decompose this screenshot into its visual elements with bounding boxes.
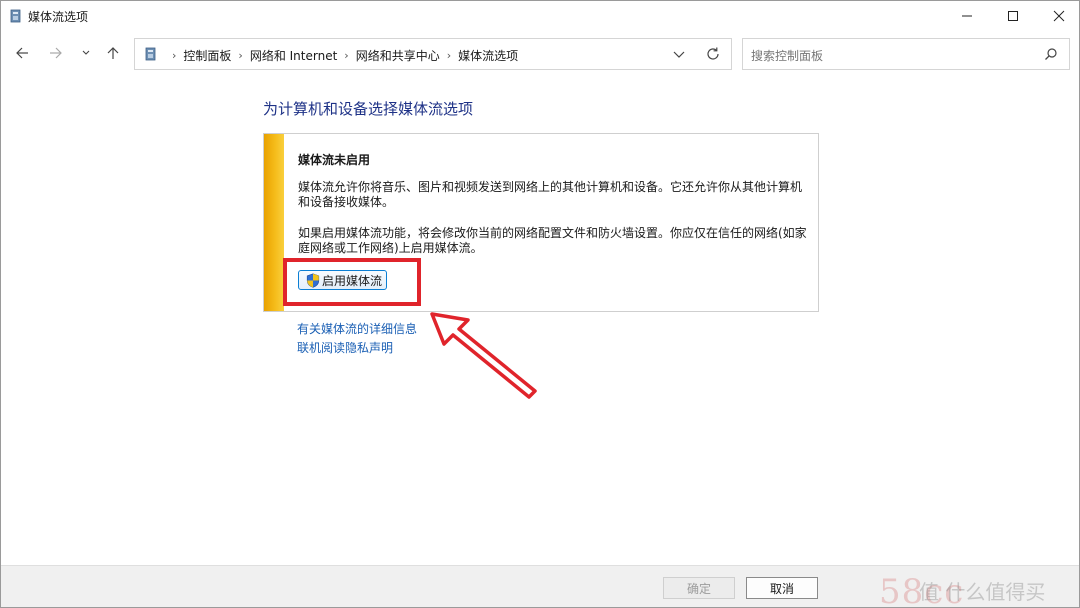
media-streaming-details-link[interactable]: 有关媒体流的详细信息	[297, 320, 417, 337]
breadcrumb-separator-icon[interactable]: ›	[238, 49, 242, 62]
search-icon[interactable]	[1044, 47, 1058, 61]
page-heading: 为计算机和设备选择媒体流选项	[263, 100, 474, 118]
arrow-left-icon	[16, 47, 28, 59]
control-panel-window: 媒体流选项 › 控制面板 › 网络和 Internet › 网络和共享中心 › …	[0, 0, 1080, 608]
dialog-footer: 确定 取消 58cc 值 什么值得买	[1, 565, 1079, 607]
search-box[interactable]: 搜索控制面板	[742, 38, 1070, 70]
back-button[interactable]	[11, 42, 33, 64]
window-title: 媒体流选项	[28, 10, 89, 24]
warning-text: 如果启用媒体流功能，将会修改你当前的网络配置文件和防火墙设置。你应仅在信任的网络…	[298, 226, 807, 255]
arrow-right-icon	[50, 47, 62, 59]
breadcrumb-separator-icon[interactable]: ›	[172, 49, 176, 62]
refresh-icon[interactable]	[705, 46, 721, 62]
control-panel-app-icon	[10, 9, 21, 23]
up-button[interactable]	[102, 42, 124, 64]
search-input[interactable]: 搜索控制面板	[751, 47, 823, 64]
forward-button[interactable]	[45, 42, 67, 64]
breadcrumb-media-streaming-options[interactable]: 媒体流选项	[458, 47, 518, 64]
close-icon	[1053, 10, 1065, 22]
breadcrumb-network-sharing-center[interactable]: 网络和共享中心	[356, 47, 440, 64]
title-bar: 媒体流选项	[1, 1, 1079, 31]
status-title: 媒体流未启用	[298, 153, 371, 167]
address-history-dropdown-icon[interactable]	[671, 46, 687, 62]
breadcrumb-network-internet[interactable]: 网络和 Internet	[250, 47, 337, 64]
highlight-annotation-box	[283, 258, 421, 306]
ok-button[interactable]: 确定	[663, 577, 735, 599]
maximize-icon	[1008, 11, 1018, 21]
chevron-down-icon	[82, 50, 90, 55]
status-color-stripe	[264, 134, 284, 311]
control-panel-location-icon	[145, 47, 156, 61]
cancel-button[interactable]: 取消	[746, 577, 818, 599]
arrow-up-icon	[107, 47, 119, 59]
breadcrumb-control-panel[interactable]: 控制面板	[183, 47, 231, 64]
address-bar[interactable]: › 控制面板 › 网络和 Internet › 网络和共享中心 › 媒体流选项	[134, 38, 732, 70]
breadcrumb-separator-icon[interactable]: ›	[344, 49, 348, 62]
annotation-arrow-icon	[430, 312, 537, 399]
minimize-icon	[962, 15, 972, 17]
breadcrumb: › 控制面板 › 网络和 Internet › 网络和共享中心 › 媒体流选项	[165, 47, 518, 64]
watermark-secondary: 值 什么值得买	[919, 580, 1046, 604]
minimize-button[interactable]	[944, 1, 990, 31]
close-button[interactable]	[1036, 1, 1079, 31]
privacy-statement-link[interactable]: 联机阅读隐私声明	[297, 339, 393, 356]
description-text: 媒体流允许你将音乐、图片和视频发送到网络上的其他计算机和设备。它还允许你从其他计…	[298, 180, 803, 209]
recent-locations-button[interactable]	[75, 42, 97, 64]
maximize-button[interactable]	[990, 1, 1036, 31]
breadcrumb-separator-icon[interactable]: ›	[447, 49, 451, 62]
